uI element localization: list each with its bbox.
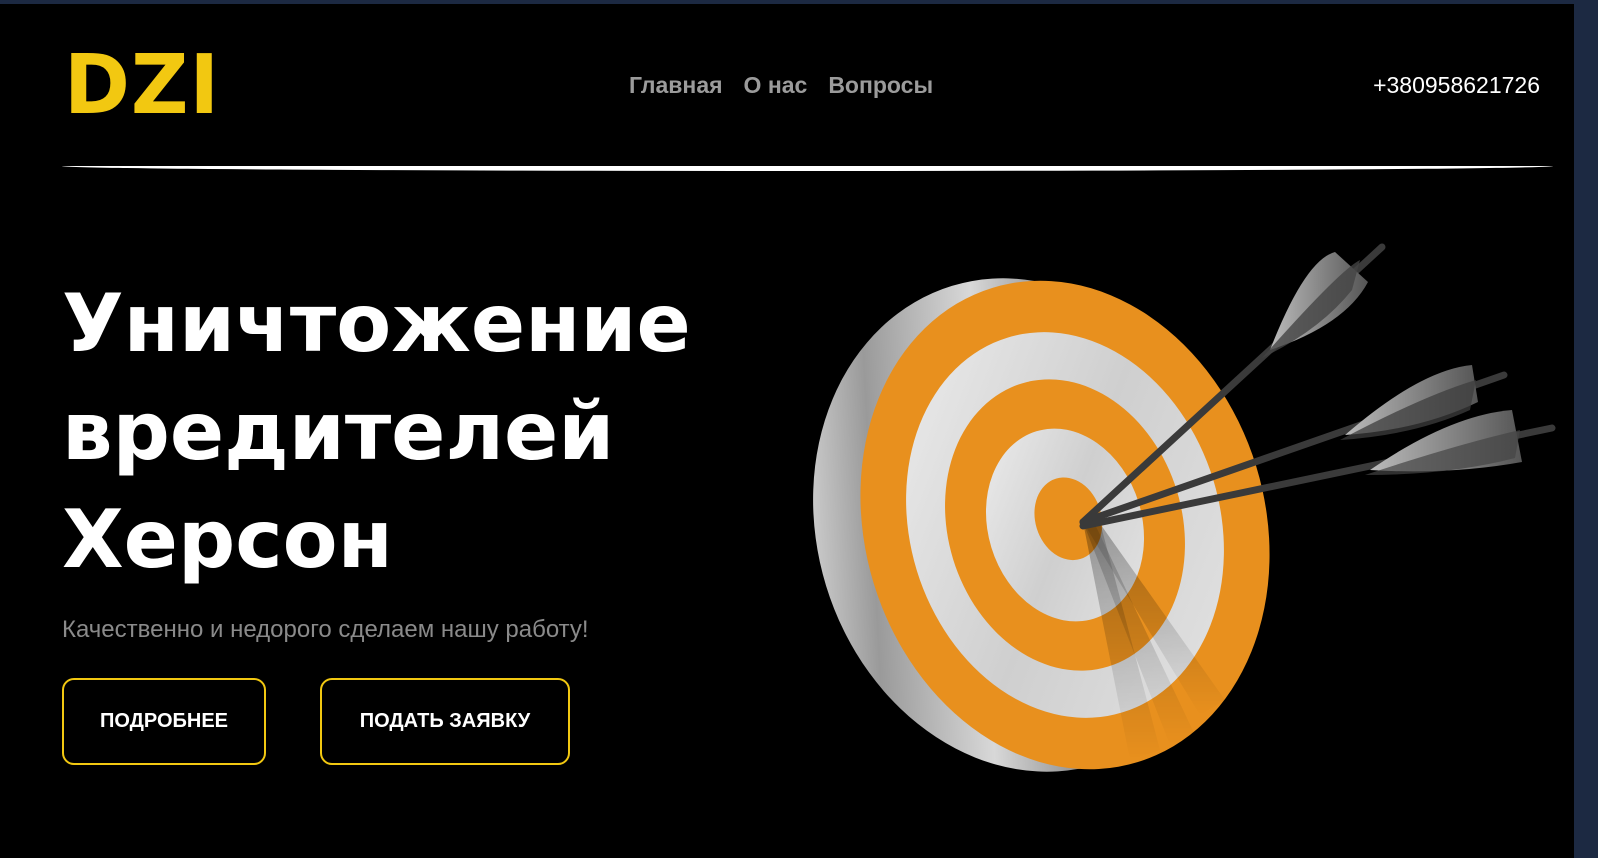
main-nav: Главная О нас Вопросы xyxy=(629,72,933,99)
nav-link-home[interactable]: Главная xyxy=(629,72,723,99)
target-with-arrows-icon xyxy=(813,243,1556,772)
logo-text: DZI xyxy=(64,50,220,120)
target-board xyxy=(813,278,1270,772)
header-divider xyxy=(62,166,1553,171)
browser-top-strip xyxy=(0,0,1598,4)
more-button[interactable]: ПОДРОБНЕЕ xyxy=(62,678,266,765)
hero-title-line-2: вредителей xyxy=(62,385,615,478)
nav-link-faq[interactable]: Вопросы xyxy=(828,72,933,99)
hero-title-line-3: Херсон xyxy=(62,493,393,586)
hero-subtitle: Качественно и недорого сделаем нашу рабо… xyxy=(62,616,589,643)
nav-link-about[interactable]: О нас xyxy=(744,72,808,99)
hero-title-line-1: Уничтожение xyxy=(62,277,691,370)
logo[interactable]: DZI xyxy=(64,38,224,134)
hero-title: Уничтожение вредителей Херсон xyxy=(62,270,691,594)
apply-button[interactable]: ПОДАТЬ ЗАЯВКУ xyxy=(320,678,570,765)
logo-mark: DZI xyxy=(64,38,220,133)
phone-link[interactable]: +380958621726 xyxy=(1373,72,1540,99)
window-right-edge xyxy=(1574,0,1598,858)
